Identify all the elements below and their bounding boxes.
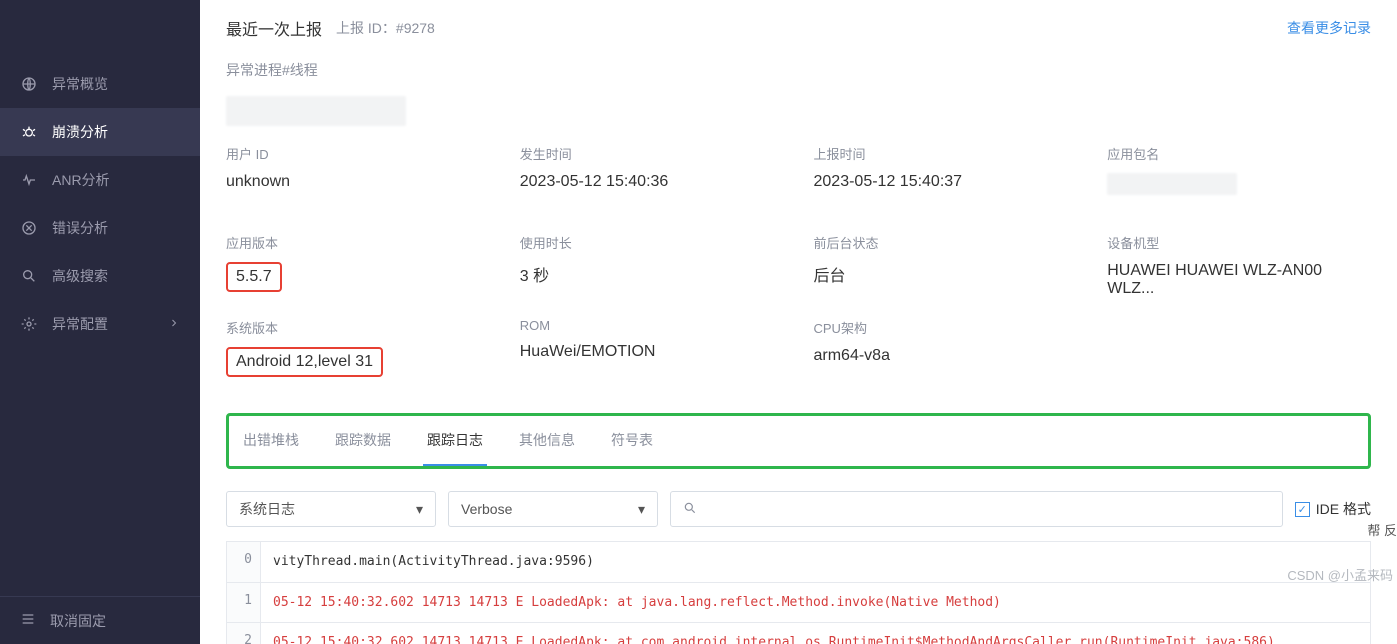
sidebar-label: 高级搜索: [52, 266, 108, 286]
info-label: 应用版本: [226, 233, 490, 252]
sidebar-label: 异常概览: [52, 74, 108, 94]
sidebar-footer-label: 取消固定: [50, 611, 106, 631]
search-icon: [683, 501, 697, 518]
sidebar-label: 异常配置: [52, 314, 108, 334]
select-value: Verbose: [461, 501, 512, 517]
sidebar-item-error[interactable]: 错误分析: [0, 204, 200, 252]
info-label: 发生时间: [520, 144, 784, 163]
info-label: 上报时间: [814, 144, 1078, 163]
header: 最近一次上报 上报 ID：#9278 查看更多记录: [226, 0, 1371, 60]
info-label: 设备机型: [1107, 233, 1371, 252]
sidebar: 异常概览 崩溃分析 ANR分析 错误分析 高级搜索 异常配置 取消固定: [0, 0, 200, 644]
log-text: vityThread.main(ActivityThread.java:9596…: [261, 542, 1370, 582]
chevron-down-icon: ▾: [416, 501, 423, 518]
main-content: 最近一次上报 上报 ID：#9278 查看更多记录 异常进程#线程 用户 ID …: [200, 0, 1397, 644]
chevron-right-icon: [168, 316, 180, 332]
search-icon: [20, 267, 38, 285]
info-grid: 用户 ID unknown 发生时间 2023-05-12 15:40:36 上…: [226, 144, 1371, 377]
report-id: 上报 ID：#9278: [336, 18, 435, 38]
wave-icon: [20, 171, 38, 189]
gear-icon: [20, 315, 38, 333]
sidebar-item-config[interactable]: 异常配置: [0, 300, 200, 348]
log-table: 0 vityThread.main(ActivityThread.java:95…: [226, 541, 1371, 644]
process-thread-label: 异常进程#线程: [226, 60, 1371, 80]
info-label: 用户 ID: [226, 144, 490, 163]
info-label: ROM: [520, 318, 784, 333]
report-id-label: 上报 ID：: [336, 20, 396, 36]
tabs: 出错堆栈 跟踪数据 跟踪日志 其他信息 符号表: [239, 416, 1358, 466]
info-value: HuaWei/EMOTION: [520, 343, 784, 361]
info-package: 应用包名: [1107, 144, 1371, 213]
info-sys-version: 系统版本 Android 12,level 31: [226, 318, 490, 377]
info-label: 应用包名: [1107, 144, 1371, 163]
select-value: 系统日志: [239, 499, 295, 519]
chevron-down-icon: ▾: [638, 501, 645, 518]
log-row: 1 05-12 15:40:32.602 14713 14713 E Loade…: [227, 583, 1370, 624]
tab-trace-log[interactable]: 跟踪日志: [423, 416, 487, 466]
tabs-highlight-box: 出错堆栈 跟踪数据 跟踪日志 其他信息 符号表: [226, 413, 1371, 469]
info-rom: ROM HuaWei/EMOTION: [520, 318, 784, 377]
info-label: 使用时长: [520, 233, 784, 252]
log-text-error: 05-12 15:40:32.602 14713 14713 E LoadedA…: [261, 583, 1370, 623]
info-fg-bg: 前后台状态 后台: [814, 233, 1078, 298]
info-value: 2023-05-12 15:40:36: [520, 173, 784, 191]
app-root: 异常概览 崩溃分析 ANR分析 错误分析 高级搜索 异常配置 取消固定: [0, 0, 1397, 644]
sidebar-label: ANR分析: [52, 170, 110, 190]
info-value: 2023-05-12 15:40:37: [814, 173, 1078, 191]
sidebar-unpin[interactable]: 取消固定: [0, 596, 200, 644]
info-occur-time: 发生时间 2023-05-12 15:40:36: [520, 144, 784, 213]
log-level-select[interactable]: Verbose ▾: [448, 491, 658, 527]
redacted-block: [1107, 173, 1237, 195]
info-label: 前后台状态: [814, 233, 1078, 252]
info-device: 设备机型 HUAWEI HUAWEI WLZ-AN00 WLZ...: [1107, 233, 1371, 298]
info-label: CPU架构: [814, 318, 1078, 337]
info-label: 系统版本: [226, 318, 490, 337]
tab-stack[interactable]: 出错堆栈: [239, 416, 303, 466]
log-text-error: 05-12 15:40:32.602 14713 14713 E LoadedA…: [261, 623, 1370, 644]
log-toolbar: 系统日志 ▾ Verbose ▾ ✓ IDE 格式: [226, 491, 1371, 527]
menu-icon: [20, 611, 36, 630]
error-icon: [20, 219, 38, 237]
info-value: arm64-v8a: [814, 347, 1078, 365]
info-app-version: 应用版本 5.5.7: [226, 233, 490, 298]
log-row: 2 05-12 15:40:32.602 14713 14713 E Loade…: [227, 623, 1370, 644]
more-records-link[interactable]: 查看更多记录: [1287, 18, 1371, 38]
tab-symbol[interactable]: 符号表: [607, 416, 657, 466]
sidebar-label: 崩溃分析: [52, 122, 108, 142]
info-user-id: 用户 ID unknown: [226, 144, 490, 213]
page-title: 最近一次上报: [226, 16, 322, 40]
info-value: unknown: [226, 173, 490, 191]
info-duration: 使用时长 3 秒: [520, 233, 784, 298]
log-line-number: 1: [227, 583, 261, 623]
watermark: CSDN @小孟来码: [1287, 565, 1393, 584]
sidebar-item-search[interactable]: 高级搜索: [0, 252, 200, 300]
log-row: 0 vityThread.main(ActivityThread.java:95…: [227, 542, 1370, 583]
log-line-number: 2: [227, 623, 261, 644]
side-help-chars[interactable]: 帮 反: [1367, 520, 1397, 539]
report-id-value: #9278: [396, 20, 435, 36]
sidebar-spacer: [0, 0, 200, 60]
log-type-select[interactable]: 系统日志 ▾: [226, 491, 436, 527]
info-report-time: 上报时间 2023-05-12 15:40:37: [814, 144, 1078, 213]
ide-format-checkbox[interactable]: ✓ IDE 格式: [1295, 499, 1371, 519]
sidebar-label: 错误分析: [52, 218, 108, 238]
tab-other-info[interactable]: 其他信息: [515, 416, 579, 466]
redacted-block: [226, 96, 406, 126]
log-line-number: 0: [227, 542, 261, 582]
tab-trace-data[interactable]: 跟踪数据: [331, 416, 395, 466]
sidebar-item-crash[interactable]: 崩溃分析: [0, 108, 200, 156]
ide-format-label: IDE 格式: [1316, 499, 1371, 519]
info-cpu: CPU架构 arm64-v8a: [814, 318, 1078, 377]
sidebar-item-overview[interactable]: 异常概览: [0, 60, 200, 108]
log-search-input[interactable]: [670, 491, 1283, 527]
info-value: HUAWEI HUAWEI WLZ-AN00 WLZ...: [1107, 262, 1371, 298]
info-value: 3 秒: [520, 262, 784, 286]
info-value: 后台: [814, 262, 1078, 286]
globe-icon: [20, 75, 38, 93]
info-value-highlighted: Android 12,level 31: [226, 347, 383, 377]
check-icon: ✓: [1295, 502, 1310, 517]
sidebar-item-anr[interactable]: ANR分析: [0, 156, 200, 204]
bug-icon: [20, 123, 38, 141]
info-value-highlighted: 5.5.7: [226, 262, 282, 292]
